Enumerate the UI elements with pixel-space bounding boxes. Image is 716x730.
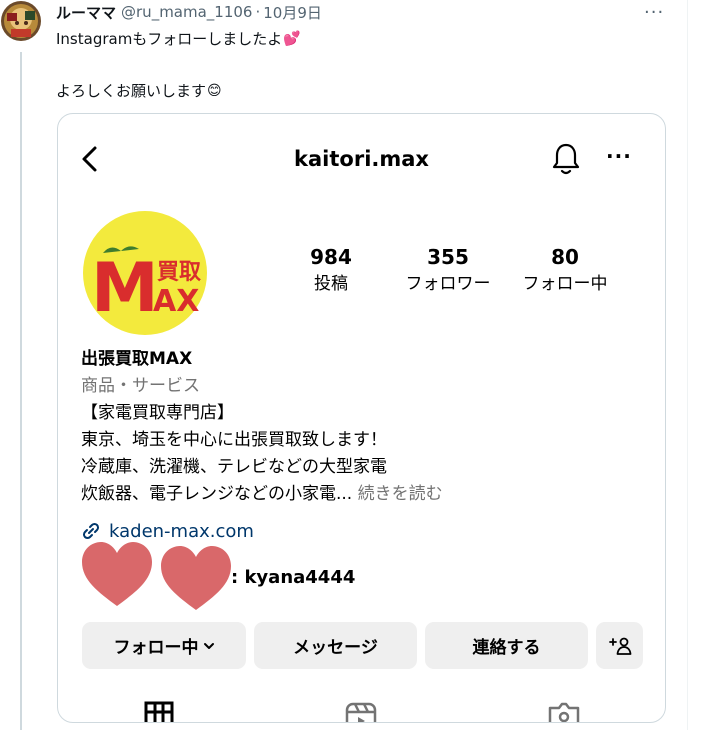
add-person-icon bbox=[608, 637, 631, 655]
profile-category: 商品・サービス bbox=[81, 376, 200, 396]
logo-kanji-2: 取 bbox=[179, 260, 201, 285]
message-button[interactable]: メッセージ bbox=[254, 622, 417, 669]
tweet-line-2: よろしくお願いします 😊 bbox=[56, 80, 656, 102]
bell-icon[interactable] bbox=[550, 142, 582, 176]
ig-header: kaitori.max ··· bbox=[58, 114, 665, 204]
avatar[interactable] bbox=[1, 1, 41, 41]
logo-letters-ax: AX bbox=[153, 284, 199, 319]
profile-bio: 出張買取MAX 商品・サービス 【家電買取専門店】 東京、埼玉を中心に出張買取致… bbox=[81, 346, 641, 508]
two-hearts-emoji: 💕 bbox=[283, 31, 301, 47]
following-button[interactable]: フォロー中 bbox=[82, 622, 246, 669]
threads-username: : kyana4444 bbox=[231, 567, 356, 588]
separator: · bbox=[255, 3, 261, 21]
bio-line-1: 【家電買取専門店】 bbox=[81, 403, 234, 423]
user-handle[interactable]: @ru_mama_1106 bbox=[121, 3, 252, 21]
ig-more-options-button[interactable]: ··· bbox=[606, 144, 632, 168]
stat-following-label: フォロー中 bbox=[522, 274, 608, 294]
profile-tabs bbox=[58, 699, 665, 723]
more-options-button[interactable]: ··· bbox=[644, 2, 664, 23]
following-button-label: フォロー中 bbox=[113, 638, 199, 658]
attached-image[interactable]: kaitori.max ··· M 買 取 AX 984 投稿 355 フォロワ… bbox=[57, 113, 666, 723]
logo-kanji-1: 買 bbox=[157, 260, 179, 285]
grid-icon[interactable] bbox=[144, 701, 174, 723]
tweet-date[interactable]: 10月9日 bbox=[263, 2, 322, 23]
heart-sticker-1 bbox=[82, 542, 152, 606]
profile-picture[interactable]: M 買 取 AX bbox=[81, 209, 209, 337]
tweet-line-1: Instagramもフォローしましたよ 💕 bbox=[56, 28, 656, 50]
tagged-icon[interactable] bbox=[548, 702, 580, 723]
tweet-header: ルーママ @ru_mama_1106 · 10月9日 bbox=[56, 2, 322, 22]
tweet-line-2-text: よろしくお願いします bbox=[56, 82, 207, 100]
chevron-down-icon bbox=[203, 642, 214, 649]
display-name[interactable]: ルーママ bbox=[56, 2, 116, 23]
stat-following[interactable]: 80 フォロー中 bbox=[510, 244, 620, 297]
thread-line bbox=[20, 52, 22, 730]
profile-name: 出張買取MAX bbox=[81, 349, 193, 369]
stat-followers-label: フォロワー bbox=[405, 274, 491, 294]
stat-followers-value: 355 bbox=[427, 245, 469, 269]
stat-posts[interactable]: 984 投稿 bbox=[276, 244, 386, 297]
reels-icon[interactable] bbox=[345, 702, 377, 723]
heart-sticker-2 bbox=[161, 546, 231, 610]
bio-line-2: 東京、埼玉を中心に出張買取致します！ bbox=[81, 430, 387, 450]
stat-following-value: 80 bbox=[551, 245, 579, 269]
tweet-text: Instagramもフォローしましたよ 💕 よろしくお願いします 😊 bbox=[56, 28, 656, 102]
bio-line-4: 炊飯器、電子レンジなどの小家電... 続きを読む bbox=[81, 481, 641, 508]
smiling-face-emoji: 😊 bbox=[207, 83, 222, 99]
bio-line-4-text: 炊飯器、電子レンジなどの小家電... bbox=[81, 484, 353, 504]
threads-badge[interactable]: : kyana4444 bbox=[81, 542, 381, 610]
tweet-line-1-text: Instagramもフォローしましたよ bbox=[56, 30, 283, 48]
stat-followers[interactable]: 355 フォロワー bbox=[393, 244, 503, 297]
bio-line-3: 冷蔵庫、洗濯機、テレビなどの大型家電 bbox=[81, 457, 387, 477]
contact-button[interactable]: 連絡する bbox=[425, 622, 588, 669]
logo-letter-m: M bbox=[91, 249, 159, 328]
suggested-users-button[interactable] bbox=[596, 622, 643, 669]
read-more-link[interactable]: 続きを読む bbox=[358, 484, 443, 504]
timeline-divider bbox=[687, 0, 688, 730]
stat-posts-value: 984 bbox=[310, 245, 352, 269]
stat-posts-label: 投稿 bbox=[314, 274, 348, 294]
